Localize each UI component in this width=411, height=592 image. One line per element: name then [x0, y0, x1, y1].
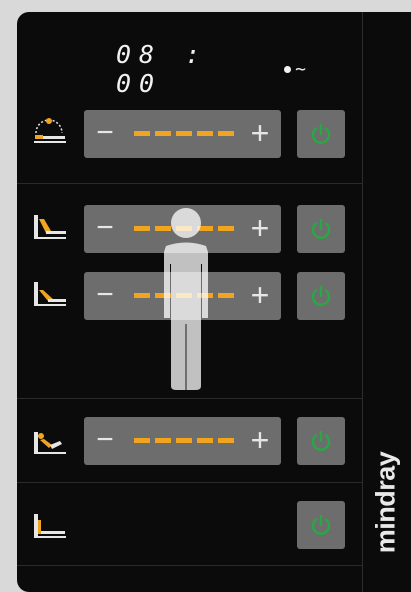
head-minus-button[interactable]: −	[92, 118, 118, 148]
clock-display: 08 : 00 ~	[116, 40, 306, 98]
leg-power-button[interactable]	[297, 417, 345, 465]
brand-logo: mindray	[370, 432, 401, 572]
leg-plus-button[interactable]: +	[247, 424, 273, 456]
table-seat-tilt-icon	[34, 282, 66, 306]
back-power-button[interactable]	[297, 205, 345, 253]
back-minus-button[interactable]: −	[92, 213, 118, 243]
power-icon	[311, 430, 331, 451]
clock-time: 08 : 00	[116, 40, 209, 98]
table-head-tilt-icon	[34, 118, 66, 143]
table-leg-icon	[34, 432, 66, 454]
seat-minus-button[interactable]: −	[92, 280, 118, 310]
power-icon	[311, 514, 331, 535]
leg-minus-button[interactable]: −	[92, 425, 118, 455]
head-power-button[interactable]	[297, 110, 345, 158]
clock-indicator: ~	[295, 58, 306, 80]
power-icon	[311, 123, 331, 144]
brand-divider	[362, 12, 363, 592]
section-divider	[17, 398, 362, 399]
seat-plus-button[interactable]: +	[247, 279, 273, 311]
control-panel: 08 : 00 ~ − + − + − + − + mindray	[17, 12, 411, 592]
brand-name: mindray	[370, 451, 401, 553]
clock-dot-icon	[284, 65, 292, 73]
leg-adjust-control: − +	[84, 417, 281, 465]
section-divider	[17, 565, 362, 566]
table-height-icon	[34, 514, 66, 538]
power-icon	[311, 218, 331, 239]
seat-power-button[interactable]	[297, 272, 345, 320]
patient-body-icon	[164, 208, 208, 390]
section-divider	[17, 482, 362, 483]
leg-level-indicator	[134, 438, 234, 443]
head-adjust-control: − +	[84, 110, 281, 158]
section-divider	[17, 183, 362, 184]
power-icon	[311, 285, 331, 306]
table-back-up-icon	[34, 215, 66, 239]
back-plus-button[interactable]: +	[247, 212, 273, 244]
head-plus-button[interactable]: +	[247, 117, 273, 149]
height-power-button[interactable]	[297, 501, 345, 549]
head-level-indicator	[134, 131, 234, 136]
